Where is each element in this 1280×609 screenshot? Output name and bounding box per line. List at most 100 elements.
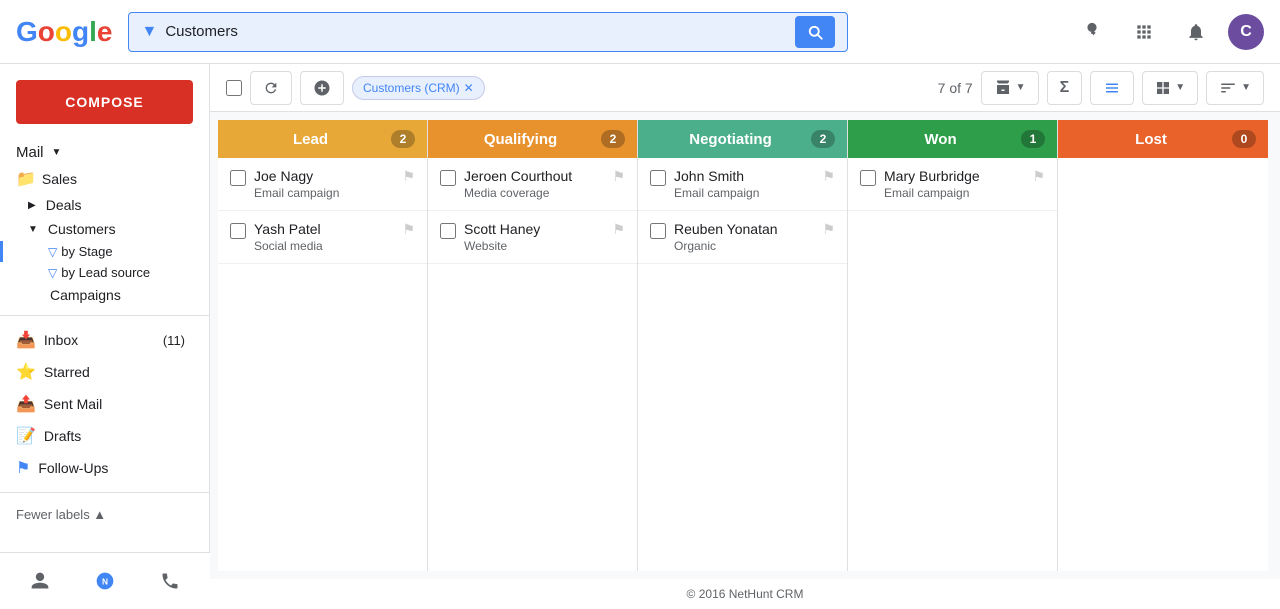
followups-label: Follow-Ups	[38, 460, 108, 476]
card-info: Jeroen Courthout Media coverage	[464, 168, 604, 200]
sidebar-item-deals[interactable]: ▶ Deals	[0, 193, 209, 217]
col-title-qualifying: Qualifying	[440, 131, 601, 148]
kanban-col-won: Won1 Mary Burbridge Email campaign ⚑	[848, 120, 1058, 571]
filter-tag[interactable]: Customers (CRM) ✕	[352, 76, 485, 100]
sigma-icon: Σ	[1060, 79, 1070, 97]
flag-icon[interactable]: ⚑	[822, 221, 835, 238]
customers-arrow-icon: ▼	[28, 224, 38, 235]
sidebar-divider-2	[0, 492, 209, 493]
card-name: Mary Burbridge	[884, 168, 1024, 184]
sidebar-item-campaigns[interactable]: Campaigns	[0, 283, 209, 307]
col-title-negotiating: Negotiating	[650, 131, 811, 148]
filter-close-icon[interactable]: ✕	[464, 81, 474, 95]
sidebar-inbox[interactable]: 📥 Inbox (11)	[0, 324, 201, 356]
apps-icon	[1134, 22, 1154, 42]
kanban-col-qualifying: Qualifying2 Jeroen Courthout Media cover…	[428, 120, 638, 571]
customers-label: Customers	[48, 221, 116, 237]
nethunt-crm-icon-btn[interactable]: N	[85, 561, 125, 601]
kanban-card[interactable]: Reuben Yonatan Organic ⚑	[638, 211, 847, 264]
search-icon	[806, 23, 824, 41]
card-checkbox[interactable]	[440, 170, 456, 186]
card-checkbox[interactable]	[650, 170, 666, 186]
sidebar-item-by-stage[interactable]: ▽ by Stage	[0, 241, 209, 262]
mail-chevron-icon: ▼	[52, 147, 62, 158]
phone-icon-btn[interactable]	[150, 561, 190, 601]
sidebar-bottom-icons: N	[0, 552, 210, 609]
inbox-label: Inbox	[44, 332, 78, 348]
sidebar-starred[interactable]: ⭐ Starred	[0, 356, 201, 388]
sidebar-sent[interactable]: 📤 Sent Mail	[0, 388, 201, 420]
footer: © 2016 NetHunt CRM	[210, 579, 1280, 609]
sidebar-followups[interactable]: ⚑ Follow-Ups	[0, 452, 201, 484]
add-button[interactable]	[300, 71, 344, 105]
sidebar: COMPOSE Mail ▼ 📁 Sales ▶ Deals ▼ Custome…	[0, 64, 210, 609]
sort-button[interactable]: ▼	[1206, 71, 1264, 105]
main-layout: COMPOSE Mail ▼ 📁 Sales ▶ Deals ▼ Custome…	[0, 64, 1280, 609]
card-info: John Smith Email campaign	[674, 168, 814, 200]
flag-icon[interactable]: ⚑	[402, 221, 415, 238]
compose-button[interactable]: COMPOSE	[16, 80, 193, 124]
card-checkbox[interactable]	[230, 223, 246, 239]
card-checkbox[interactable]	[650, 223, 666, 239]
select-all-checkbox[interactable]	[226, 80, 242, 96]
archive-button[interactable]: ▼	[981, 71, 1039, 105]
nethunt-icon-btn[interactable]	[1072, 12, 1112, 52]
card-checkbox[interactable]	[860, 170, 876, 186]
flag-icon[interactable]: ⚑	[612, 168, 625, 185]
fewer-labels-btn[interactable]: Fewer labels ▲	[0, 501, 201, 528]
kanban-card[interactable]: Mary Burbridge Email campaign ⚑	[848, 158, 1057, 211]
flag-followups-icon: ⚑	[16, 458, 30, 478]
col-header-negotiating: Negotiating2	[638, 120, 847, 158]
avatar[interactable]: C	[1228, 14, 1264, 50]
sent-label: Sent Mail	[44, 396, 102, 412]
toolbar: Customers (CRM) ✕ 7 of 7 ▼ Σ ▼	[210, 64, 1280, 112]
flag-icon[interactable]: ⚑	[612, 221, 625, 238]
flag-icon[interactable]: ⚑	[1032, 168, 1045, 185]
star-icon: ⭐	[16, 362, 36, 382]
kanban-card[interactable]: John Smith Email campaign ⚑	[638, 158, 847, 211]
sent-icon: 📤	[16, 394, 36, 414]
search-input[interactable]	[165, 23, 787, 40]
view-list-button[interactable]	[1090, 71, 1134, 105]
sidebar-drafts[interactable]: 📝 Drafts	[0, 420, 201, 452]
list-view-icon	[1103, 79, 1121, 97]
card-name: John Smith	[674, 168, 814, 184]
flag-icon[interactable]: ⚑	[822, 168, 835, 185]
view-grid-button[interactable]: ▼	[1142, 71, 1198, 105]
kanban-card[interactable]: Joe Nagy Email campaign ⚑	[218, 158, 427, 211]
card-name: Joe Nagy	[254, 168, 394, 184]
nethunt-icon: N	[95, 571, 115, 591]
kanban-card[interactable]: Jeroen Courthout Media coverage ⚑	[428, 158, 637, 211]
mail-dropdown[interactable]: Mail ▼	[0, 140, 209, 165]
kanban-card[interactable]: Scott Haney Website ⚑	[428, 211, 637, 264]
col-header-won: Won1	[848, 120, 1057, 158]
apps-button[interactable]	[1124, 12, 1164, 52]
card-info: Scott Haney Website	[464, 221, 604, 253]
flag-icon[interactable]: ⚑	[402, 168, 415, 185]
card-source: Email campaign	[254, 186, 394, 200]
notifications-button[interactable]	[1176, 12, 1216, 52]
card-info: Yash Patel Social media	[254, 221, 394, 253]
sidebar-item-by-lead-source[interactable]: ▽ by Lead source	[0, 262, 209, 283]
card-checkbox[interactable]	[440, 223, 456, 239]
col-title-lost: Lost	[1070, 131, 1232, 148]
refresh-button[interactable]	[250, 71, 292, 105]
sigma-button[interactable]: Σ	[1047, 71, 1083, 105]
copyright: © 2016 NetHunt CRM	[687, 587, 804, 601]
search-button[interactable]	[795, 16, 835, 48]
kanban-board: Lead2 Joe Nagy Email campaign ⚑ Yash Pat…	[210, 112, 1280, 579]
kanban-card[interactable]: Yash Patel Social media ⚑	[218, 211, 427, 264]
sidebar-item-customers[interactable]: ▼ Customers	[0, 217, 209, 241]
archive-chevron-icon: ▼	[1016, 82, 1026, 93]
drafts-label: Drafts	[44, 428, 81, 444]
contact-icon-btn[interactable]	[20, 561, 60, 601]
card-info: Reuben Yonatan Organic	[674, 221, 814, 253]
card-checkbox[interactable]	[230, 170, 246, 186]
card-source: Social media	[254, 239, 394, 253]
funnel-lead-icon: ▽	[48, 266, 57, 280]
fewer-labels-label: Fewer labels ▲	[16, 507, 106, 522]
by-lead-source-label: by Lead source	[61, 265, 150, 280]
grid-chevron-icon: ▼	[1175, 82, 1185, 93]
sidebar-item-sales[interactable]: 📁 Sales	[0, 165, 209, 193]
by-stage-label: by Stage	[61, 244, 112, 259]
